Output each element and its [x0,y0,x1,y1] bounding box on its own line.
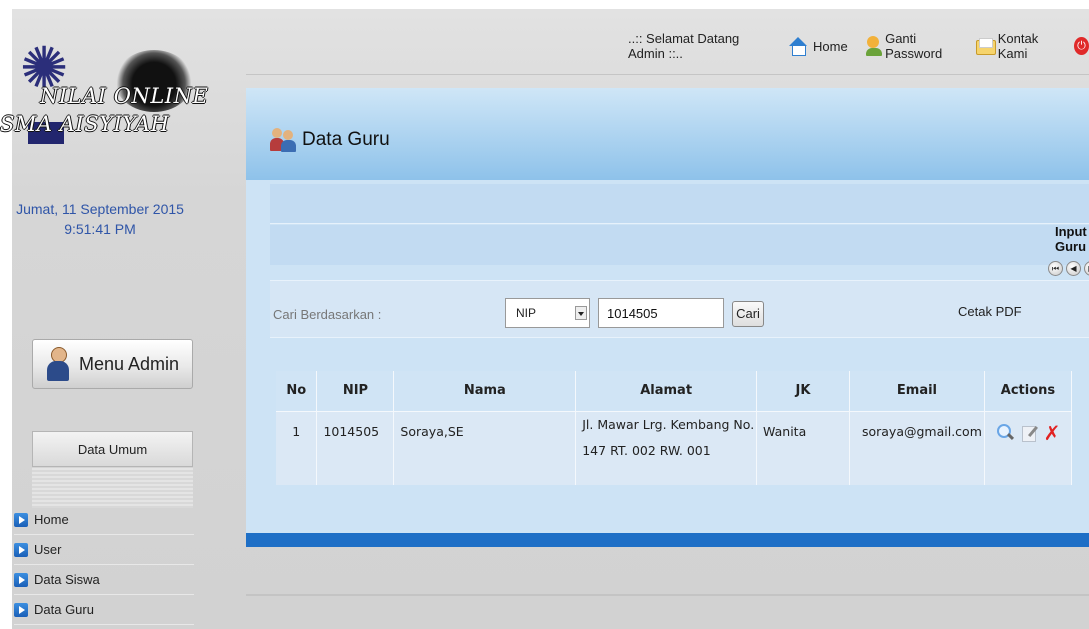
user-key-icon [864,36,883,56]
search-label: Cari Berdasarkan : [273,307,382,322]
chevron-down-icon [575,306,587,320]
kontak-kami-label: Kontak Kami [997,31,1039,61]
date-text: Jumat, 11 September 2015 [16,201,184,217]
pager-row [270,225,1089,265]
guru-table: No NIP Nama Alamat JK Email Actions 1 10… [276,371,1073,485]
prev-page-button[interactable]: ◀ [1066,261,1081,276]
arrow-right-icon [14,542,28,557]
cell-nip: 1014505 [316,410,395,485]
page-title: Data Guru [270,128,390,152]
kontak-kami-link[interactable]: Kontak Kami [976,31,1058,61]
home-icon [788,37,808,56]
cell-no: 1 [276,410,318,485]
search-input[interactable] [598,298,724,328]
sidebar-item-label: User [34,542,62,557]
toolbar-row [270,184,1089,224]
admin-avatar-icon [47,347,69,381]
col-no: No [276,371,318,411]
users-icon [270,128,296,152]
arrow-right-icon [14,572,28,587]
sidebar-item-label: Home [34,512,69,527]
col-email: Email [849,371,985,411]
cell-jk: Wanita [756,410,850,485]
pagination: ⏮ ◀ ▶ ⏭ [1045,261,1089,276]
section-title-data-umum: Data Umum [32,431,193,467]
menu-admin-label: Menu Admin [79,353,180,374]
sidebar-item-data-guru[interactable]: Data Guru [14,595,194,625]
cell-nama: Soraya,SE [393,410,577,485]
arrow-right-icon [14,512,28,527]
select-value: NIP [516,306,537,320]
table-row: 1 1014505 Soraya,SE Jl. Mawar Lrg. Kemba… [276,410,1073,485]
delete-icon[interactable]: ✗ [1044,423,1061,443]
cell-alamat: Jl. Mawar Lrg. Kembang No. 147 RT. 002 R… [575,410,758,485]
divider [246,74,1089,75]
cell-email: soraya@gmail.com [849,410,985,485]
sidebar-item-user[interactable]: User [14,535,194,565]
ganti-password-label: Ganti Password [885,31,943,61]
col-nama: Nama [393,371,577,411]
table-header-row: No NIP Nama Alamat JK Email Actions [276,371,1073,411]
welcome-text: ..:: Selamat Datang Admin ::.. [628,31,740,61]
search-field-select[interactable]: NIP [505,298,590,328]
sidebar-nav: Home User Data Siswa Data Guru [14,505,194,625]
edit-icon[interactable] [1020,424,1038,442]
sidebar-stripes [32,468,193,508]
menu-admin-button[interactable]: Menu Admin [32,339,193,389]
col-actions: Actions [984,371,1073,411]
sidebar-item-home[interactable]: Home [14,505,194,535]
col-jk: JK [756,371,850,411]
col-nip: NIP [316,371,395,411]
search-button[interactable]: Cari [732,301,764,327]
logo-line2: SMA AISYIYAH [0,112,170,136]
datetime: Jumat, 11 September 2015 9:51:41 PM [0,201,200,237]
time-text: 9:51:41 PM [64,221,136,237]
logo: ✺ NILAI ONLINE SMA AISYIYAH [0,20,208,144]
sidebar-item-label: Data Siswa [34,572,100,587]
arrow-right-icon [14,602,28,617]
first-page-button[interactable]: ⏮ [1048,261,1063,276]
next-page-button[interactable]: ▶ [1084,261,1089,276]
sidebar-item-label: Data Guru [34,602,94,617]
sidebar-item-data-siswa[interactable]: Data Siswa [14,565,194,595]
cetak-pdf-link[interactable]: Cetak PDF [958,304,1022,319]
ganti-password-link[interactable]: Ganti Password [864,31,961,61]
mail-icon [976,38,997,55]
divider [246,594,1089,596]
col-alamat: Alamat [575,371,758,411]
view-icon[interactable] [996,423,1014,442]
cell-actions: ✗ [984,410,1073,485]
page-title-text: Data Guru [302,129,390,150]
input-guru-link[interactable]: Input Guru [1055,224,1089,254]
logo-line1: NILAI ONLINE [40,84,209,108]
top-nav: ..:: Selamat Datang Admin ::.. Home Gant… [628,31,1089,61]
home-label: Home [813,38,848,54]
power-icon[interactable]: ⏻ [1074,37,1089,55]
home-link[interactable]: Home [788,37,848,56]
